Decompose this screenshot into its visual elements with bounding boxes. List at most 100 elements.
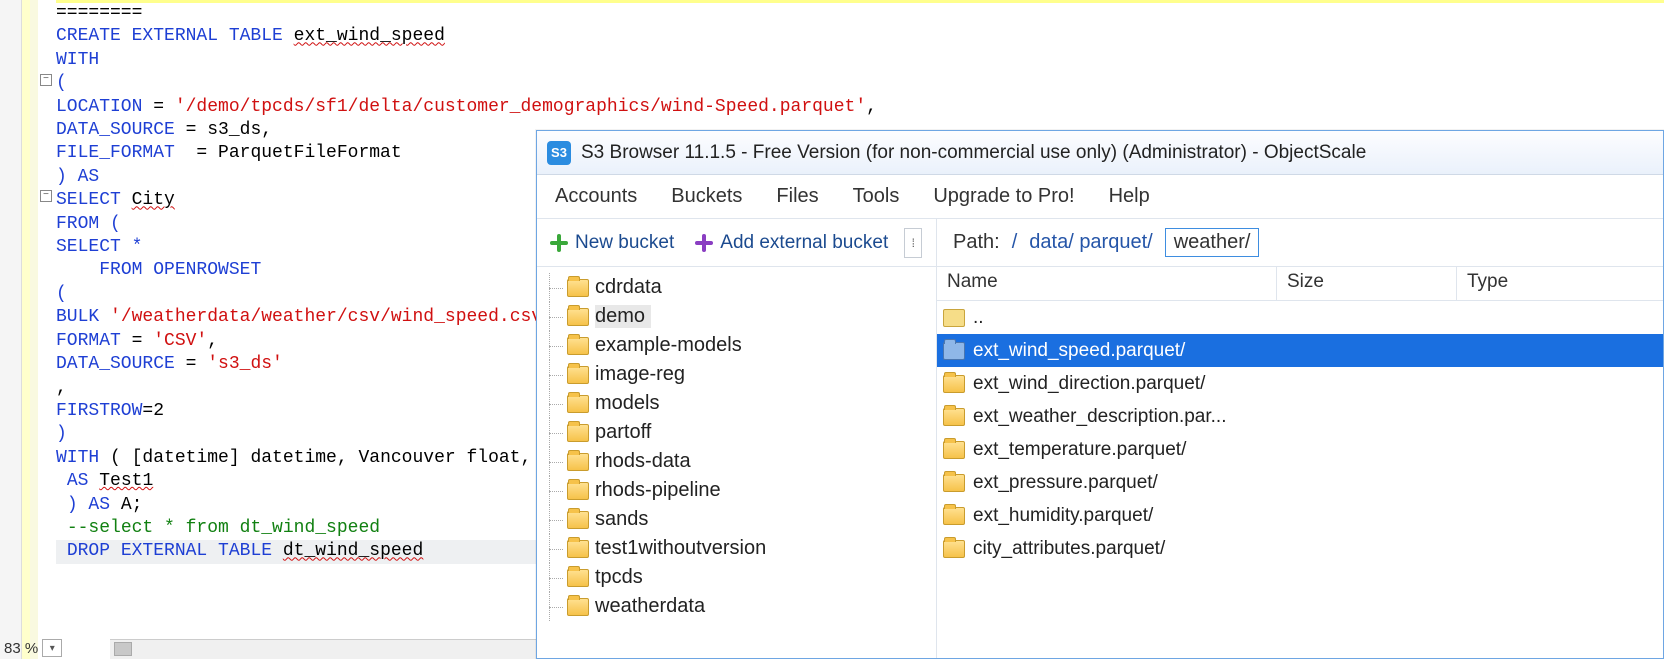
tree-item-label: rhods-pipeline [595, 479, 721, 502]
add-external-bucket-button[interactable]: Add external bucket [686, 228, 896, 258]
new-bucket-button[interactable]: New bucket [541, 228, 682, 258]
tree-item[interactable]: cdrdata [537, 273, 936, 302]
folder-icon [567, 569, 589, 587]
editor-margin [22, 0, 30, 659]
tree-item-label: models [595, 392, 659, 415]
tree-item-label: test1withoutversion [595, 537, 766, 560]
folder-icon [567, 424, 589, 442]
file-list[interactable]: .. ext_wind_speed.parquet/ext_wind_direct… [937, 301, 1663, 658]
file-name: ext_wind_speed.parquet/ [973, 340, 1307, 362]
zoom-dropdown-icon[interactable]: ▾ [42, 639, 62, 657]
window-titlebar[interactable]: S3 S3 Browser 11.1.5 - Free Version (for… [537, 131, 1663, 175]
fold-column [38, 0, 56, 659]
tree-item[interactable]: sands [537, 505, 936, 534]
menu-tools[interactable]: Tools [853, 185, 900, 208]
tree-item[interactable]: models [537, 389, 936, 418]
menu-files[interactable]: Files [776, 185, 818, 208]
s3-body: cdrdata demo example-models image-reg models… [537, 267, 1663, 658]
file-row[interactable]: ext_weather_description.par... [937, 400, 1663, 433]
tree-item-label: image-reg [595, 363, 685, 386]
column-size[interactable]: Size [1277, 267, 1457, 300]
path-current[interactable]: weather/ [1165, 228, 1260, 257]
tree-item[interactable]: rhods-pipeline [537, 476, 936, 505]
menu-bar: Accounts Buckets Files Tools Upgrade to Pro!… [537, 175, 1663, 219]
folder-icon [943, 342, 965, 360]
folder-icon [567, 598, 589, 616]
plus-icon [549, 233, 569, 253]
folder-icon [943, 441, 965, 459]
file-row[interactable]: ext_wind_direction.parquet/ [937, 367, 1663, 400]
path-segment[interactable]: parquet/ [1079, 231, 1152, 253]
file-row[interactable]: city_attributes.parquet/ [937, 532, 1663, 565]
folder-icon [567, 453, 589, 471]
file-name: ext_pressure.parquet/ [973, 472, 1307, 494]
folder-icon [567, 511, 589, 529]
file-list-header: Name Size Type [937, 267, 1663, 301]
zoom-control[interactable]: 83 % ▾ [4, 637, 62, 659]
file-row[interactable]: ext_humidity.parquet/ [937, 499, 1663, 532]
window-title: S3 Browser 11.1.5 - Free Version (for no… [581, 142, 1366, 164]
folder-icon [567, 395, 589, 413]
tree-item[interactable]: weatherdata [537, 592, 936, 621]
tree-item[interactable]: example-models [537, 331, 936, 360]
file-name: ext_temperature.parquet/ [973, 439, 1307, 461]
add-external-label: Add external bucket [720, 232, 888, 254]
file-name: ext_wind_direction.parquet/ [973, 373, 1307, 395]
tree-item[interactable]: tpcds [537, 563, 936, 592]
file-name: .. [973, 307, 1307, 329]
folder-icon [943, 474, 965, 492]
zoom-value: 83 % [4, 640, 38, 657]
app-icon: S3 [547, 141, 571, 165]
folder-icon [943, 408, 965, 426]
bucket-tree[interactable]: cdrdata demo example-models image-reg models… [537, 267, 937, 658]
folder-icon [567, 482, 589, 500]
tree-item[interactable]: partoff [537, 418, 936, 447]
path-segment[interactable]: data/ [1029, 231, 1073, 253]
file-name: ext_weather_description.par... [973, 406, 1307, 428]
editor-margin-2 [30, 0, 38, 659]
tree-item[interactable]: image-reg [537, 360, 936, 389]
tree-item-label: demo [595, 305, 651, 328]
fold-toggle[interactable]: − [40, 74, 52, 86]
tree-item-label: sands [595, 508, 648, 531]
s3-browser-window: S3 S3 Browser 11.1.5 - Free Version (for… [536, 130, 1664, 659]
new-bucket-label: New bucket [575, 232, 674, 254]
scrollbar-thumb[interactable] [114, 642, 132, 656]
parent-folder-row[interactable]: .. [937, 301, 1663, 334]
file-row[interactable]: ext_pressure.parquet/ [937, 466, 1663, 499]
file-row[interactable]: ext_temperature.parquet/ [937, 433, 1663, 466]
path-root[interactable]: / [1012, 231, 1018, 254]
folder-icon [567, 308, 589, 326]
tree-item-label: rhods-data [595, 450, 691, 473]
tree-item-label: tpcds [595, 566, 643, 589]
folder-icon [943, 540, 965, 558]
file-panel: Name Size Type .. ext_wind_speed.parquet/… [937, 267, 1663, 658]
tree-item[interactable]: demo [537, 302, 936, 331]
menu-buckets[interactable]: Buckets [671, 185, 742, 208]
toolbar-row: New bucket Add external bucket ⁞ Path: /… [537, 219, 1663, 267]
menu-upgrade-to-pro-[interactable]: Upgrade to Pro! [933, 185, 1074, 208]
folder-icon [943, 507, 965, 525]
menu-help[interactable]: Help [1109, 185, 1150, 208]
folder-icon [567, 366, 589, 384]
menu-accounts[interactable]: Accounts [555, 185, 637, 208]
path-label: Path: [953, 231, 1000, 254]
file-name: ext_humidity.parquet/ [973, 505, 1307, 527]
toolbar-overflow-button[interactable]: ⁞ [904, 228, 922, 258]
plus-icon [694, 233, 714, 253]
file-row[interactable]: ext_wind_speed.parquet/ [937, 334, 1663, 367]
tree-item[interactable]: test1withoutversion [537, 534, 936, 563]
fold-toggle[interactable]: − [40, 190, 52, 202]
toolbar-left: New bucket Add external bucket ⁞ [537, 219, 937, 266]
tree-item-label: example-models [595, 334, 742, 357]
folder-icon [943, 375, 965, 393]
column-name[interactable]: Name [937, 267, 1277, 300]
editor-gutter [0, 0, 22, 659]
column-type[interactable]: Type [1457, 267, 1663, 300]
tree-item-label: weatherdata [595, 595, 705, 618]
folder-icon [567, 540, 589, 558]
tree-item-label: cdrdata [595, 276, 662, 299]
tree-item[interactable]: rhods-data [537, 447, 936, 476]
folder-icon [567, 337, 589, 355]
folder-icon [943, 309, 965, 327]
